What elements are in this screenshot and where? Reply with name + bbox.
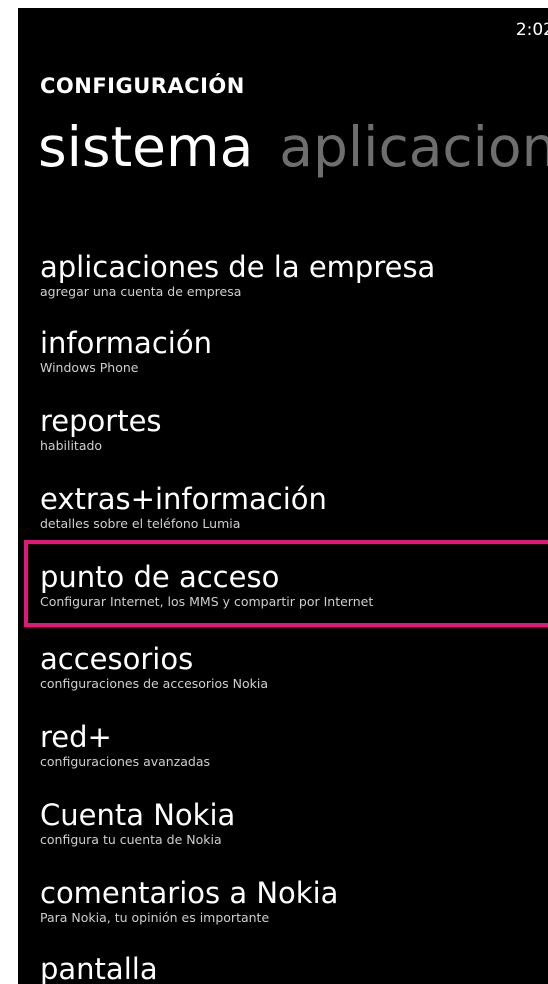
setting-title: reportes bbox=[40, 404, 162, 438]
setting-item-accesorios[interactable]: accesorios configuraciones de accesorios… bbox=[40, 642, 540, 692]
setting-subtitle: configura tu cuenta de Nokia bbox=[40, 832, 222, 847]
setting-title: información bbox=[40, 326, 212, 360]
setting-item-pantalla[interactable]: pantalla bbox=[40, 952, 540, 984]
status-clock: 2:02 bbox=[515, 20, 548, 40]
setting-title: pantalla bbox=[40, 952, 158, 984]
setting-item-punto-de-acceso[interactable]: punto de acceso Configurar Internet, los… bbox=[40, 560, 540, 610]
setting-title: red+ bbox=[40, 720, 112, 754]
setting-title: punto de acceso bbox=[40, 560, 280, 594]
setting-item-extras-informacion[interactable]: extras+información detalles sobre el tel… bbox=[40, 482, 540, 532]
pivot-tab-sistema[interactable]: sistema bbox=[38, 115, 253, 179]
pivot-header: sistemaaplicaciones bbox=[38, 120, 548, 175]
setting-title: accesorios bbox=[40, 642, 194, 676]
setting-subtitle: habilitado bbox=[40, 438, 103, 453]
setting-subtitle: configuraciones avanzadas bbox=[40, 754, 211, 769]
setting-item-comentarios-nokia[interactable]: comentarios a Nokia Para Nokia, tu opini… bbox=[40, 876, 540, 926]
setting-title: aplicaciones de la empresa bbox=[40, 250, 436, 284]
setting-item-empresa[interactable]: aplicaciones de la empresa agregar una c… bbox=[40, 250, 540, 300]
setting-subtitle: Windows Phone bbox=[40, 360, 139, 375]
setting-title: extras+información bbox=[40, 482, 327, 516]
setting-subtitle: detalles sobre el teléfono Lumia bbox=[40, 516, 241, 531]
setting-item-reportes[interactable]: reportes habilitado bbox=[40, 404, 540, 454]
app-title: CONFIGURACIÓN bbox=[40, 74, 245, 98]
setting-item-informacion[interactable]: información Windows Phone bbox=[40, 326, 540, 376]
setting-title: Cuenta Nokia bbox=[40, 798, 236, 832]
setting-subtitle: Para Nokia, tu opinión es importante bbox=[40, 910, 270, 925]
setting-title: comentarios a Nokia bbox=[40, 876, 339, 910]
setting-subtitle: agregar una cuenta de empresa bbox=[40, 284, 242, 299]
setting-subtitle: configuraciones de accesorios Nokia bbox=[40, 676, 269, 691]
setting-subtitle: Configurar Internet, los MMS y compartir… bbox=[40, 594, 374, 609]
setting-item-cuenta-nokia[interactable]: Cuenta Nokia configura tu cuenta de Noki… bbox=[40, 798, 540, 848]
pivot-tab-aplicaciones[interactable]: aplicaciones bbox=[279, 115, 548, 179]
phone-screen: 2:02 CONFIGURACIÓN sistemaaplicaciones a… bbox=[18, 8, 548, 984]
setting-item-red-plus[interactable]: red+ configuraciones avanzadas bbox=[40, 720, 540, 770]
